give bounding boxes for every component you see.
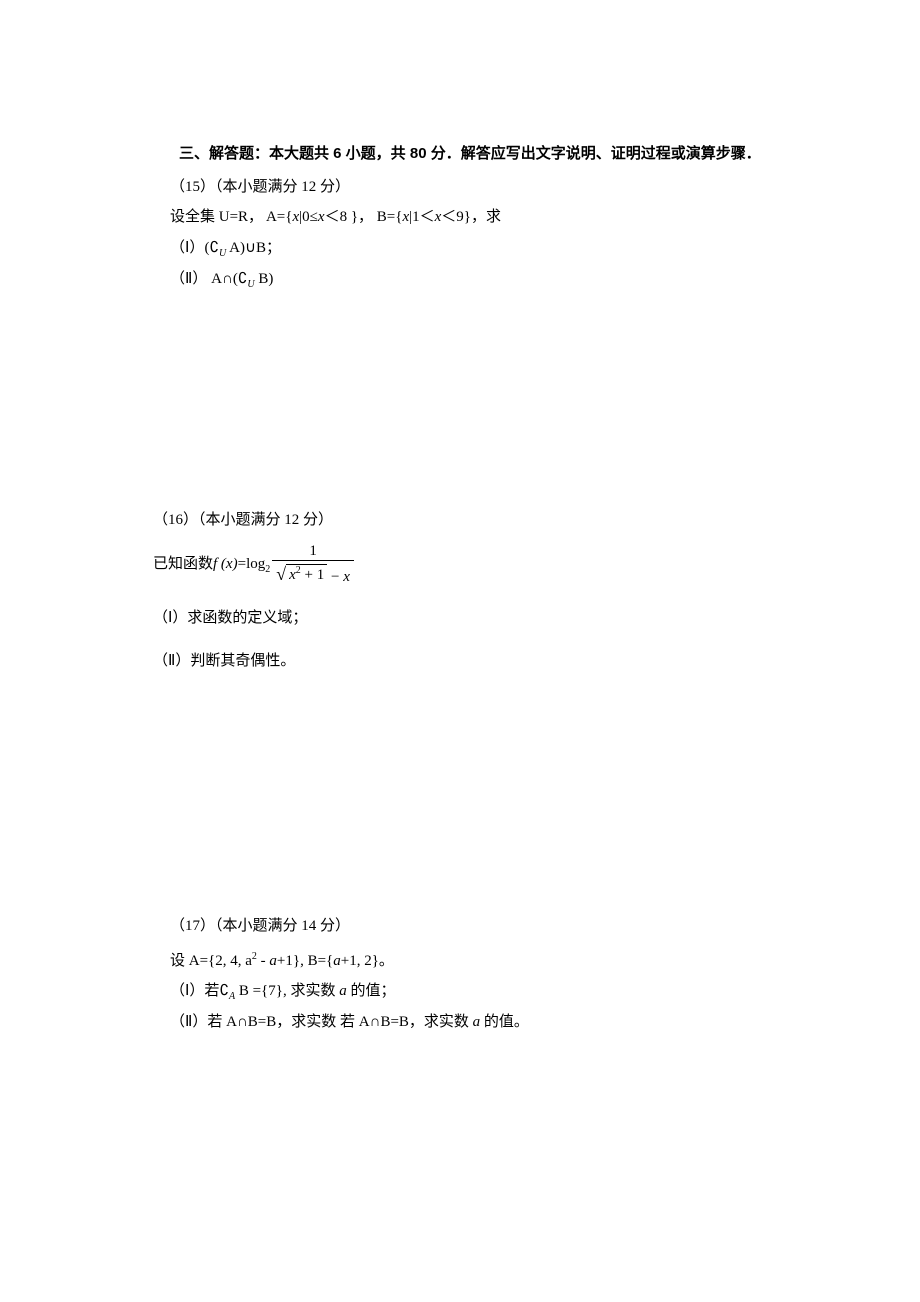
t: + 1 bbox=[301, 567, 324, 583]
t: B； bbox=[256, 240, 281, 256]
q15-stem: 设全集 U=R， A={x|0≤x＜8 }， B={x|1＜x＜9}，求 bbox=[140, 203, 790, 232]
fx: f (x) bbox=[213, 556, 238, 572]
minus: − bbox=[327, 569, 343, 585]
fraction: 1 √ x2 + 1 − x bbox=[272, 542, 354, 586]
roman-1-icon: （Ⅰ） bbox=[170, 240, 204, 256]
sub-u: U bbox=[247, 279, 254, 290]
answer-space bbox=[140, 296, 790, 506]
answer-space bbox=[140, 677, 790, 912]
q15-part1: （Ⅰ）(∁U A)∪B； bbox=[140, 234, 790, 263]
q15-stem-pre: 设全集 U=R， A={ bbox=[170, 209, 292, 225]
q16-stem: 已知函数 f (x)=log2 1 √ x2 + 1 − x bbox=[140, 542, 790, 586]
t: |0≤ bbox=[299, 209, 318, 225]
q15-header: （15）（本小题满分 12 分） bbox=[140, 173, 790, 202]
roman-2-icon: （Ⅱ） bbox=[170, 271, 207, 287]
t: 设 A={2, 4, a bbox=[170, 953, 252, 969]
q17-part2: （Ⅱ）若 A∩B=B，求实数 a若 A∩B=B，求实数 a 的值。 bbox=[140, 1008, 790, 1037]
q17-header: （17）（本小题满分 14 分） bbox=[140, 912, 790, 941]
var-x: x bbox=[343, 569, 350, 585]
q15-part2: （Ⅱ） A∩(∁U B) bbox=[140, 265, 790, 294]
denominator: √ x2 + 1 − x bbox=[272, 560, 354, 586]
complement-icon: ∁ bbox=[238, 271, 248, 287]
t: ＜8 }， B={ bbox=[325, 209, 403, 225]
heading-suffix: 分．解答应写出文字说明、证明过程或演算步骤． bbox=[427, 145, 761, 162]
q17-stem: 设 A={2, 4, a2 - a+1}, B={a+1, 2}。 bbox=[140, 947, 790, 976]
intersection-icon: ∩ bbox=[222, 271, 233, 287]
t: 若 A∩B=B，求实数 bbox=[340, 1014, 473, 1030]
q16-part1: （Ⅰ）求函数的定义域； bbox=[140, 604, 790, 633]
t: 已知函数 bbox=[153, 550, 213, 579]
t: +1, 2}。 bbox=[341, 953, 394, 969]
roman-2-icon: （Ⅱ）若 A∩B=B，求实数 bbox=[170, 1014, 340, 1030]
count: 6 bbox=[333, 145, 341, 162]
var-x: x bbox=[318, 209, 325, 225]
var-a: a bbox=[269, 953, 277, 969]
heading-prefix: 三、解答题：本大题共 bbox=[179, 145, 333, 162]
numerator: 1 bbox=[272, 542, 354, 560]
t: 的值。 bbox=[480, 1014, 529, 1030]
points: 80 bbox=[410, 145, 427, 162]
complement-icon: ∁ bbox=[209, 240, 219, 256]
union-icon: ∪ bbox=[245, 240, 256, 256]
t: B) bbox=[255, 271, 274, 287]
q16-part2: （Ⅱ）判断其奇偶性。 bbox=[140, 647, 790, 676]
var-a: a bbox=[339, 983, 347, 999]
eq: = bbox=[238, 556, 246, 572]
t: 的值； bbox=[347, 983, 396, 999]
t: +1}, B={ bbox=[277, 953, 333, 969]
section-heading: 三、解答题：本大题共 6 小题，共 80 分．解答应写出文字说明、证明过程或演算… bbox=[140, 140, 790, 169]
var-x: x bbox=[289, 567, 296, 583]
t: |1＜ bbox=[409, 209, 435, 225]
radicand: x2 + 1 bbox=[286, 564, 327, 584]
t: A) bbox=[226, 240, 245, 256]
t: B ={7}, 求实数 bbox=[235, 983, 339, 999]
t: ＜9}，求 bbox=[441, 209, 501, 225]
logbase: 2 bbox=[265, 564, 270, 575]
complement-icon: ∁ bbox=[219, 983, 229, 999]
log: log bbox=[246, 556, 265, 572]
q16-header: （16）（本小题满分 12 分） bbox=[140, 506, 790, 535]
t: A bbox=[207, 271, 222, 287]
radical-icon: √ bbox=[276, 565, 286, 583]
t: - bbox=[257, 953, 270, 969]
heading-mid: 小题，共 bbox=[342, 145, 410, 162]
q17-part1: （Ⅰ）若∁A B ={7}, 求实数 a 的值； bbox=[140, 977, 790, 1006]
var-a: a bbox=[333, 953, 341, 969]
roman-1-icon: （Ⅰ）若 bbox=[170, 983, 219, 999]
sqrt: √ x2 + 1 bbox=[276, 564, 327, 584]
